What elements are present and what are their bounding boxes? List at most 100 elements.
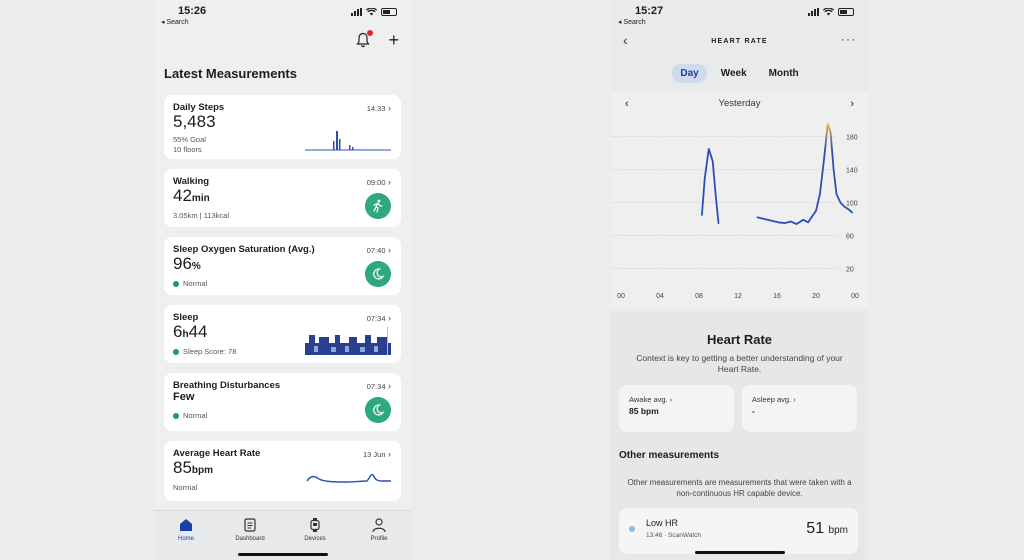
breathing-status-text: Normal	[183, 411, 208, 420]
phone-heart-rate-screen: 15:27 ◂ Search ‹ HEART RATE ··· Day Week…	[611, 0, 868, 560]
card-time: 07:34	[367, 313, 391, 323]
avg-hr-value: 85bpm	[173, 458, 213, 478]
tab-profile[interactable]: Profile	[349, 517, 409, 542]
tab-label: Home	[177, 536, 194, 542]
card-time: 09:00	[367, 177, 391, 187]
oxygen-unit: %	[191, 261, 201, 272]
status-dot	[173, 348, 179, 355]
phone-home-screen: 15:26 ◂ Search + Latest Measurements Dai…	[154, 0, 411, 560]
walking-unit: min	[191, 193, 210, 204]
tab-bar: Home Dashboard Devices Profile	[154, 510, 411, 560]
battery-icon	[381, 8, 397, 16]
y-tick-label: 140	[846, 168, 858, 175]
daily-steps-card[interactable]: Daily Steps 14:33 5,483 55% Goal 10 floo…	[164, 95, 401, 159]
home-indicator	[237, 553, 328, 556]
moon-icon	[365, 397, 391, 423]
heart-rate-sparkline	[306, 473, 391, 483]
segment-day[interactable]: Day	[672, 64, 707, 83]
asleep-label: Asleep avg.	[752, 395, 796, 404]
awake-label: Awake avg.	[629, 395, 672, 404]
tab-label: Profile	[370, 536, 388, 542]
low-hr-number: 51	[806, 520, 825, 537]
heart-rate-info-panel: Heart Rate Context is key to getting a b…	[611, 312, 868, 560]
steps-sparkline	[305, 131, 391, 151]
low-hr-value: 51 bpm	[806, 520, 848, 538]
back-to-search-link[interactable]: ◂ Search	[618, 18, 646, 26]
x-tick-label: 00	[851, 293, 859, 300]
nav-bar: ‹ HEART RATE ···	[611, 32, 868, 52]
steps-goal: 55% Goal	[173, 135, 206, 144]
card-title: Breathing Disturbances	[173, 380, 281, 391]
y-tick-label: 180	[846, 135, 858, 142]
heart-rate-series-line	[756, 123, 853, 225]
wifi-icon	[823, 8, 834, 16]
period-segmented-control: Day Week Month	[611, 64, 868, 83]
low-hr-time: 13:46 · ScanWatch	[646, 532, 702, 539]
walking-card[interactable]: Walking 09:00 42min 3.05km | 113kcal	[164, 169, 401, 227]
card-time: 07:40	[367, 245, 391, 255]
cellular-signal-icon	[351, 8, 362, 16]
oxygen-value: 96%	[173, 254, 201, 274]
y-tick-label: 100	[846, 201, 858, 208]
add-icon[interactable]: +	[388, 31, 399, 49]
breathing-status: Normal	[173, 411, 207, 420]
notification-dot	[367, 30, 374, 36]
card-time: 07:34	[367, 381, 391, 391]
tab-dashboard[interactable]: Dashboard	[220, 517, 280, 542]
status-time: 15:27	[635, 5, 664, 17]
oxygen-status: Normal	[173, 279, 207, 288]
awake-average-card[interactable]: Awake avg. 85 bpm	[619, 385, 734, 432]
walking-minutes: 42	[173, 186, 192, 205]
card-date: 13 Jun	[363, 449, 391, 459]
breathing-disturbances-card[interactable]: Breathing Disturbances 07:34 Few Normal	[164, 373, 401, 431]
x-tick-label: 16	[773, 293, 781, 300]
notifications-bell-icon[interactable]	[356, 30, 374, 48]
home-icon	[180, 519, 192, 531]
walking-value: 42min	[173, 186, 210, 206]
x-tick-label: 08	[695, 293, 703, 300]
status-time: 15:26	[178, 5, 207, 17]
sleep-duration: 6h44	[173, 322, 208, 342]
segment-week[interactable]: Week	[713, 64, 755, 83]
card-time: 14:33	[367, 103, 391, 113]
status-dot	[173, 280, 179, 287]
tab-home[interactable]: Home	[156, 517, 216, 542]
heart-rate-chart: 20 60 100 140 180 00 04 08 12 16 20 00	[611, 120, 859, 300]
status-dot	[173, 412, 179, 419]
x-tick-label: 20	[812, 293, 820, 300]
page-title: HEART RATE	[711, 38, 768, 45]
low-hr-label: Low HR	[646, 518, 679, 528]
low-hr-row[interactable]: Low HR 13:46 · ScanWatch 51 bpm	[619, 508, 858, 554]
avg-hr-status: Normal	[173, 483, 198, 492]
asleep-average-card[interactable]: Asleep avg. -	[742, 385, 857, 432]
sleep-hypnogram	[305, 327, 391, 355]
avg-hr-number: 85	[173, 458, 192, 477]
segment-month[interactable]: Month	[761, 64, 807, 83]
tab-label: Dashboard	[235, 536, 265, 542]
more-options-icon[interactable]: ···	[841, 32, 856, 46]
info-title: Heart Rate	[706, 332, 773, 347]
cellular-signal-icon	[808, 8, 819, 16]
heart-rate-series-line	[701, 148, 720, 224]
tab-label: Devices	[304, 536, 326, 542]
tab-devices[interactable]: Devices	[285, 517, 345, 542]
x-tick-label: 12	[734, 293, 742, 300]
date-label: Yesterday	[718, 98, 761, 109]
sleep-card[interactable]: Sleep 07:34 6h44 Sleep Score: 78	[164, 305, 401, 363]
watch-icon	[310, 518, 320, 532]
average-heart-rate-card[interactable]: Average Heart Rate 13 Jun 85bpm Normal	[164, 441, 401, 501]
low-hr-dot	[629, 526, 635, 532]
sleep-oxygen-card[interactable]: Sleep Oxygen Saturation (Avg.) 07:40 96%…	[164, 237, 401, 295]
next-day-chevron-icon[interactable]: ›	[850, 98, 854, 110]
y-tick-label: 60	[846, 234, 854, 241]
x-tick-label: 04	[656, 293, 664, 300]
steps-value: 5,483	[173, 112, 216, 131]
walking-icon	[365, 193, 391, 219]
x-tick-label: 00	[617, 293, 625, 300]
sleep-minutes: 44	[188, 322, 208, 341]
section-title: Latest Measurements	[164, 66, 297, 81]
back-to-search-link[interactable]: ◂ Search	[161, 18, 189, 26]
walking-detail: 3.05km | 113kcal	[173, 211, 230, 220]
sleep-score-text: Sleep Score: 78	[183, 347, 237, 356]
avg-hr-unit: bpm	[191, 465, 214, 476]
